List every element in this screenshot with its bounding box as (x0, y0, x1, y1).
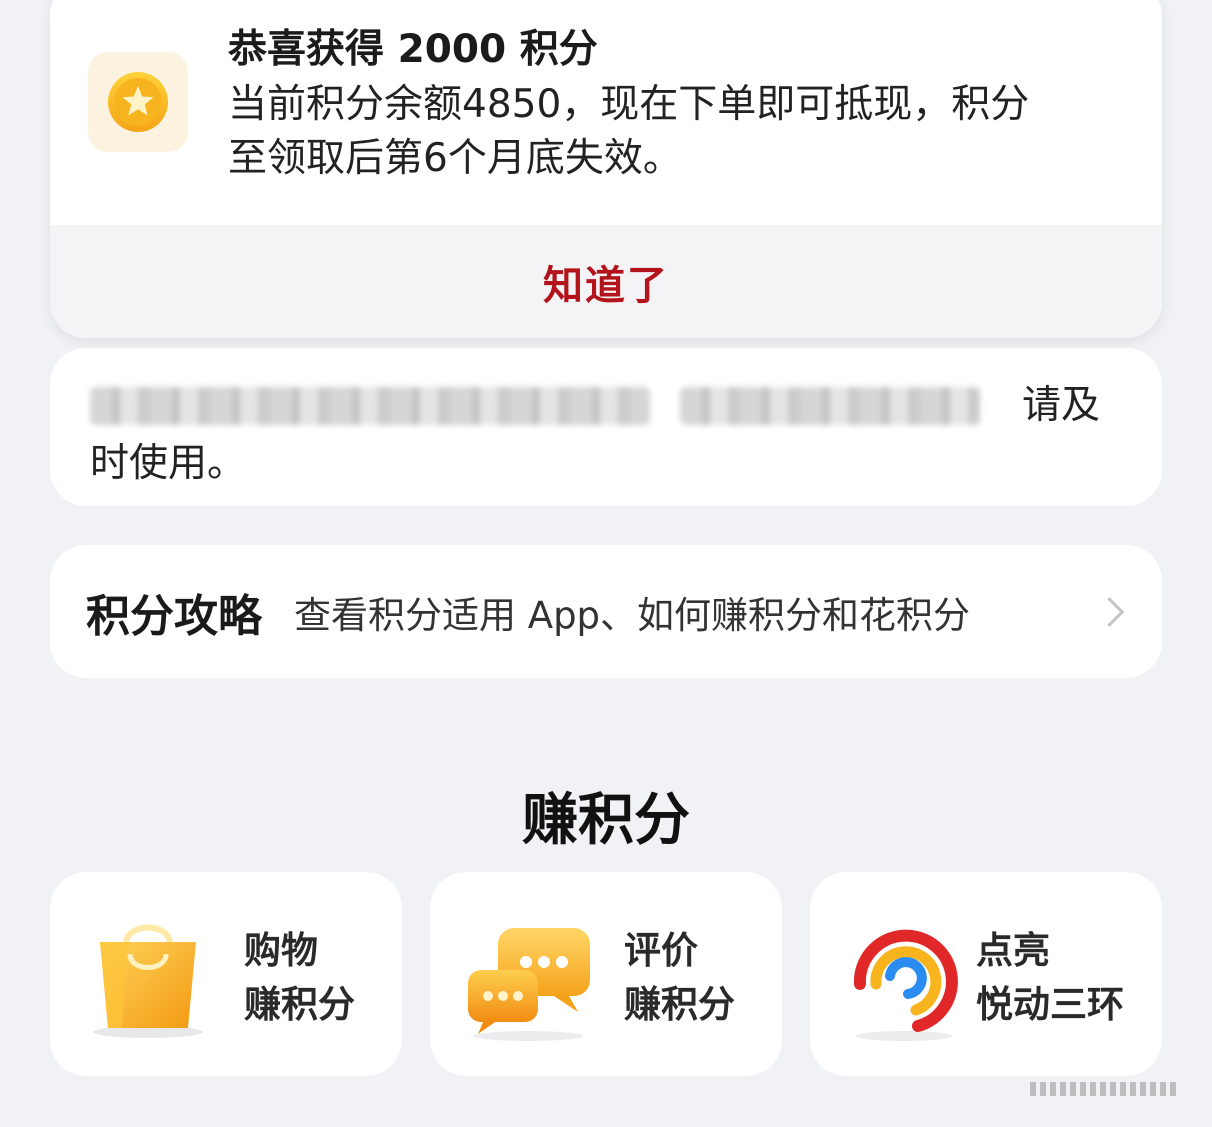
tile-activity-rings[interactable]: 点亮 悦动三环 (810, 872, 1162, 1076)
notification-action-bar: 知道了 (50, 225, 1162, 338)
tile-label: 点亮 悦动三环 (976, 924, 1124, 1032)
star-coin-icon (88, 52, 188, 152)
blurred-expiry-text (90, 378, 995, 434)
points-guide-row[interactable]: 积分攻略 查看积分适用 App、如何赚积分和花积分 (50, 545, 1162, 678)
tile-label-line1: 点亮 (976, 929, 1050, 972)
expiry-text-line2: 时使用。 (90, 441, 247, 486)
tile-label-line1: 评价 (624, 929, 698, 972)
notification-title: 恭喜获得 2000 积分 (228, 27, 598, 72)
tile-label-line2: 赚积分 (244, 983, 355, 1026)
tile-label-line2: 悦动三环 (976, 983, 1124, 1026)
tile-label-line2: 赚积分 (624, 983, 735, 1026)
guide-title: 积分攻略 (86, 590, 262, 642)
chevron-right-icon (1094, 596, 1125, 627)
points-expiry-card: 请及 时使用。 (50, 348, 1162, 506)
blurred-segment (680, 387, 980, 425)
shopping-bag-icon (78, 914, 218, 1044)
tile-shop-earn-points[interactable]: 购物 赚积分 (50, 872, 402, 1076)
tile-label-line1: 购物 (244, 929, 318, 972)
tile-label: 评价 赚积分 (624, 924, 735, 1032)
notification-body-line1: 当前积分余额4850，现在下单即可抵现，积分 (228, 82, 1030, 127)
chat-bubbles-icon (458, 914, 598, 1044)
notification-content: 恭喜获得 2000 积分 当前积分余额4850，现在下单即可抵现，积分 至领取后… (50, 0, 1162, 225)
notification-body-line2: 至领取后第6个月底失效。 (228, 136, 682, 181)
expiry-text-tail: 请及 (1022, 383, 1101, 428)
got-it-button[interactable]: 知道了 (543, 253, 669, 311)
earn-points-heading: 赚积分 (522, 788, 690, 853)
points-notification-card: 恭喜获得 2000 积分 当前积分余额4850，现在下单即可抵现，积分 至领取后… (50, 0, 1162, 338)
guide-description: 查看积分适用 App、如何赚积分和花积分 (294, 593, 971, 637)
notification-body: 当前积分余额4850，现在下单即可抵现，积分 至领取后第6个月底失效。 (228, 78, 1128, 186)
activity-rings-icon (838, 914, 978, 1044)
blurred-segment (90, 387, 650, 425)
tile-label: 购物 赚积分 (244, 924, 355, 1032)
tile-review-earn-points[interactable]: 评价 赚积分 (430, 872, 782, 1076)
watermark-mark (1030, 1082, 1180, 1096)
